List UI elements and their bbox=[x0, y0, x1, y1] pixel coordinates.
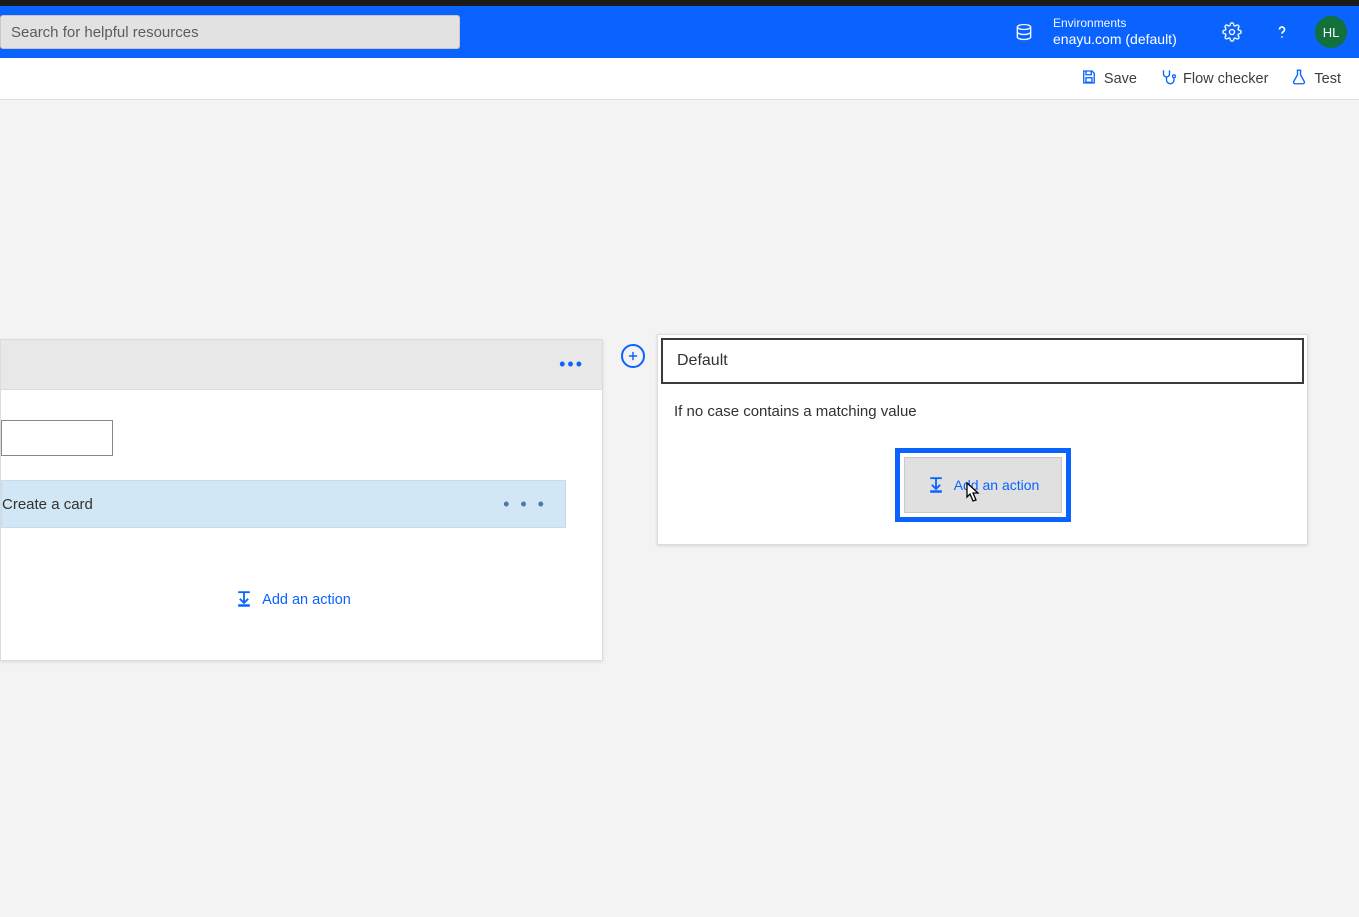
command-bar: Save Flow checker Test bbox=[0, 58, 1359, 100]
insert-icon bbox=[926, 474, 946, 497]
default-add-action-label: Add an action bbox=[954, 477, 1040, 493]
add-case-button[interactable] bbox=[621, 344, 645, 368]
flow-canvas[interactable]: ••• Create a card • • • Add an action bbox=[0, 100, 1359, 917]
case-card: ••• Create a card • • • Add an action bbox=[0, 339, 603, 661]
settings-icon[interactable] bbox=[1211, 6, 1253, 58]
save-button[interactable]: Save bbox=[1080, 68, 1137, 90]
default-add-action-highlight: Add an action bbox=[895, 448, 1071, 522]
default-branch-header[interactable]: Default bbox=[661, 338, 1304, 384]
default-branch-card: Default If no case contains a matching v… bbox=[657, 334, 1308, 545]
search-box[interactable] bbox=[0, 15, 460, 49]
case-add-action-label: Add an action bbox=[262, 592, 351, 608]
environment-selector[interactable]: Environments enayu.com (default) bbox=[1053, 16, 1203, 48]
insert-icon bbox=[234, 588, 254, 612]
environment-icon[interactable] bbox=[1003, 6, 1045, 58]
test-button[interactable]: Test bbox=[1290, 68, 1341, 90]
search-input[interactable] bbox=[9, 23, 451, 42]
default-add-action-button[interactable]: Add an action bbox=[904, 457, 1062, 513]
stethoscope-icon bbox=[1159, 68, 1177, 90]
environment-label: Environments bbox=[1053, 16, 1189, 30]
default-branch-title: Default bbox=[677, 352, 728, 370]
avatar-initials: HL bbox=[1323, 25, 1340, 40]
flask-icon bbox=[1290, 68, 1308, 90]
case-card-menu-icon[interactable]: ••• bbox=[559, 354, 584, 375]
flow-checker-label: Flow checker bbox=[1183, 71, 1268, 87]
test-label: Test bbox=[1314, 71, 1341, 87]
action-row-menu-icon[interactable]: • • • bbox=[503, 494, 547, 515]
user-avatar[interactable]: HL bbox=[1315, 16, 1347, 48]
help-icon[interactable] bbox=[1261, 6, 1303, 58]
flow-checker-button[interactable]: Flow checker bbox=[1159, 68, 1268, 90]
case-card-header: ••• bbox=[1, 340, 602, 390]
environment-name: enayu.com (default) bbox=[1053, 30, 1189, 48]
save-icon bbox=[1080, 68, 1098, 90]
default-branch-description: If no case contains a matching value bbox=[658, 387, 1307, 448]
top-bar: Environments enayu.com (default) HL bbox=[0, 6, 1359, 58]
save-label: Save bbox=[1104, 71, 1137, 87]
create-a-card-action[interactable]: Create a card • • • bbox=[1, 480, 566, 528]
action-row-label: Create a card bbox=[2, 496, 93, 513]
case-add-action-button[interactable]: Add an action bbox=[1, 588, 584, 612]
case-value-input[interactable] bbox=[1, 420, 113, 456]
